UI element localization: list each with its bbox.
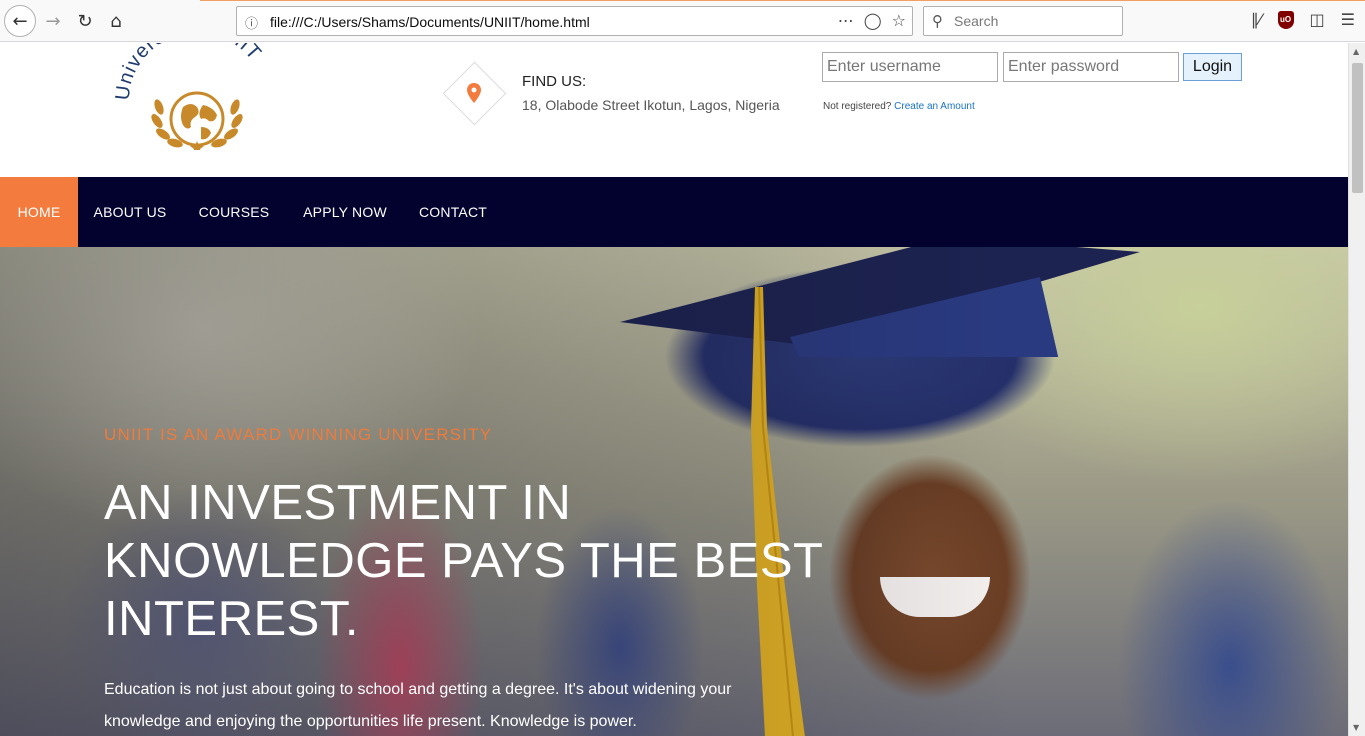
register-prompt: Not registered? Create an Amount: [823, 101, 975, 112]
scrollbar-thumb[interactable]: [1352, 63, 1363, 193]
nav-item-apply-now[interactable]: APPLY NOW: [286, 177, 404, 247]
menu-icon[interactable]: ☰: [1341, 10, 1355, 29]
nav-item-about-us[interactable]: ABOUT US: [78, 177, 182, 247]
url-text[interactable]: file:///C:/Users/Shams/Documents/UNIIT/h…: [270, 14, 590, 30]
nav-item-home[interactable]: HOME: [0, 177, 78, 247]
map-pin-icon: [467, 83, 481, 103]
address-bar[interactable]: ⓘ file:///C:/Users/Shams/Documents/UNIIT…: [236, 6, 913, 36]
tab-accent-line: [200, 0, 1365, 1]
page-scrollbar[interactable]: ▲ ▼: [1348, 43, 1365, 736]
browser-search-box[interactable]: ⚲: [923, 6, 1123, 36]
login-button[interactable]: Login: [1183, 53, 1242, 81]
browser-toolbar: ← → ↻ ⌂ ⓘ file:///C:/Users/Shams/Documen…: [0, 0, 1365, 42]
web-page: University of NIIT FIND US: 18, Olabode …: [0, 43, 1348, 736]
url-actions: ⋯ ◯ ☆: [838, 11, 906, 30]
toolbar-icons: ∥⁄ uO ◫ ☰: [1251, 10, 1355, 29]
browser-search-input[interactable]: [954, 11, 1114, 31]
hero-headline: AN INVESTMENT IN KNOWLEDGE PAYS THE BEST…: [104, 476, 823, 646]
sidebar-icon[interactable]: ◫: [1310, 10, 1325, 29]
university-logo: University of NIIT: [115, 43, 265, 150]
password-input[interactable]: [1003, 52, 1179, 82]
pocket-icon[interactable]: ◯: [864, 11, 882, 30]
find-us-label: FIND US:: [522, 73, 587, 90]
forward-icon[interactable]: →: [38, 6, 68, 36]
library-icon[interactable]: ∥⁄: [1251, 10, 1262, 29]
scroll-up-icon[interactable]: ▲: [1353, 47, 1359, 56]
create-account-link[interactable]: Create an Amount: [894, 101, 975, 112]
hero-tagline: UNIIT IS AN AWARD WINNING UNIVERSITY: [104, 425, 493, 444]
address-text: 18, Olabode Street Ikotun, Lagos, Nigeri…: [522, 97, 780, 113]
info-icon[interactable]: ⓘ: [245, 13, 261, 32]
nav-item-courses[interactable]: COURSES: [182, 177, 286, 247]
scroll-down-icon[interactable]: ▼: [1353, 723, 1359, 732]
main-nav: HOME ABOUT US COURSES APPLY NOW CONTACT: [0, 177, 1348, 247]
username-input[interactable]: [822, 52, 998, 82]
reload-icon[interactable]: ↻: [70, 6, 100, 36]
not-registered-text: Not registered?: [823, 101, 892, 112]
more-icon[interactable]: ⋯: [838, 11, 854, 30]
home-icon[interactable]: ⌂: [101, 6, 131, 36]
ublock-icon[interactable]: uO: [1277, 10, 1294, 29]
hero-description: Education is not just about going to sch…: [104, 681, 732, 730]
nav-item-contact[interactable]: CONTACT: [404, 177, 502, 247]
hero-banner: UNIIT IS AN AWARD WINNING UNIVERSITY AN …: [0, 247, 1348, 736]
back-icon[interactable]: ←: [4, 5, 36, 37]
search-icon: ⚲: [932, 12, 943, 30]
star-icon[interactable]: ☆: [892, 11, 906, 30]
